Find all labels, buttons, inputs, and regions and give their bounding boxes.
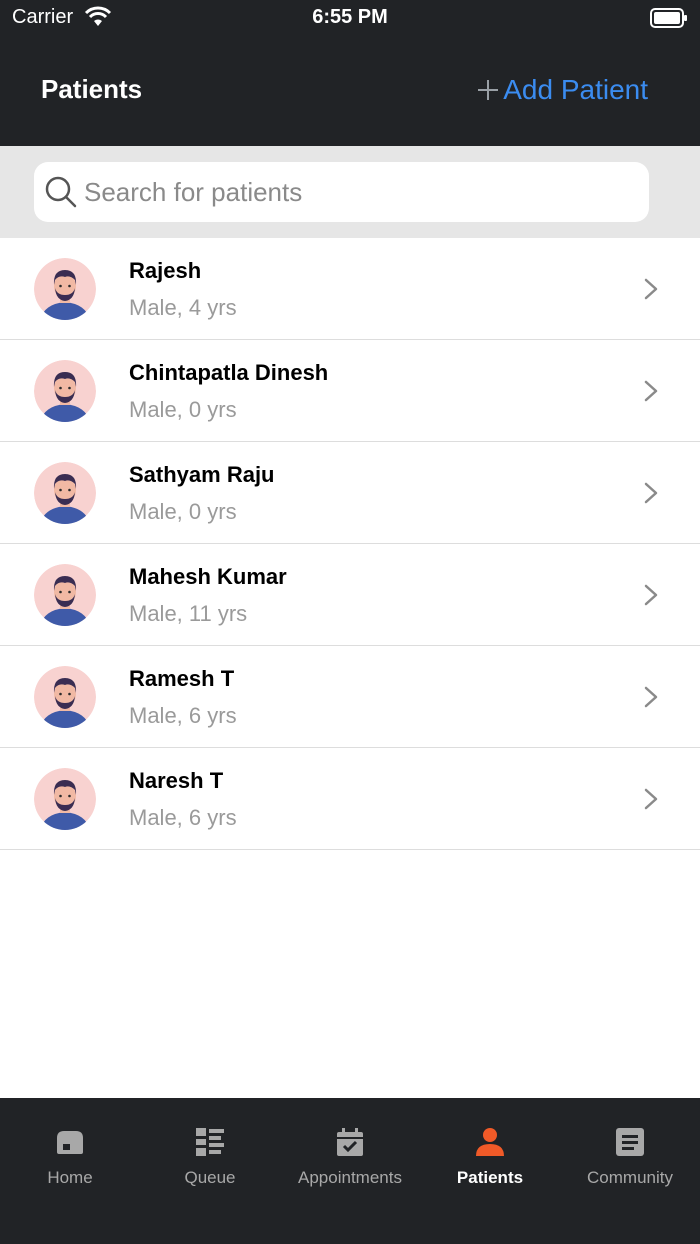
avatar-icon bbox=[34, 462, 96, 524]
patient-name: Chintapatla Dinesh bbox=[129, 360, 329, 385]
chevron-right-icon bbox=[644, 788, 658, 810]
patient-row[interactable]: Sathyam Raju Male, 0 yrs bbox=[0, 442, 700, 544]
patient-details: Male, 11 yrs bbox=[129, 601, 248, 626]
patient-row[interactable]: Ramesh T Male, 6 yrs bbox=[0, 646, 700, 748]
status-bar: Carrier 6:55 PM bbox=[0, 0, 700, 36]
tab-appointments[interactable]: Appointments bbox=[280, 1098, 420, 1244]
patient-name: Rajesh bbox=[129, 258, 202, 283]
page-title: Patients bbox=[41, 74, 143, 104]
patient-name: Naresh T bbox=[129, 768, 224, 793]
tab-label: Appointments bbox=[298, 1168, 402, 1187]
avatar-icon bbox=[34, 258, 96, 320]
add-patient-button[interactable]: Add Patient bbox=[477, 74, 648, 106]
patient-details: Male, 6 yrs bbox=[129, 805, 237, 830]
person-icon bbox=[476, 1128, 504, 1156]
patient-row[interactable]: Chintapatla Dinesh Male, 0 yrs bbox=[0, 340, 700, 442]
patient-row[interactable]: Rajesh Male, 4 yrs bbox=[0, 238, 700, 340]
tab-patients[interactable]: Patients bbox=[420, 1098, 560, 1244]
patient-name: Mahesh Kumar bbox=[129, 564, 287, 589]
chevron-right-icon bbox=[644, 380, 658, 402]
calendar-icon bbox=[337, 1128, 363, 1156]
patient-list: Rajesh Male, 4 yrs Chintapatla Dinesh Ma… bbox=[0, 238, 700, 850]
search-icon bbox=[45, 176, 77, 208]
tab-label: Community bbox=[587, 1168, 673, 1187]
queue-icon bbox=[196, 1128, 224, 1156]
battery-icon bbox=[650, 8, 687, 28]
tab-home[interactable]: Home bbox=[0, 1098, 140, 1244]
tab-label: Home bbox=[47, 1168, 93, 1187]
search-input[interactable] bbox=[84, 176, 624, 208]
add-patient-label: Add Patient bbox=[503, 74, 648, 105]
chevron-right-icon bbox=[644, 686, 658, 708]
patient-details: Male, 6 yrs bbox=[129, 703, 237, 728]
avatar-icon bbox=[34, 666, 96, 728]
avatar-icon bbox=[34, 564, 96, 626]
status-time: 6:55 PM bbox=[312, 6, 388, 28]
chevron-right-icon bbox=[644, 584, 658, 606]
chevron-right-icon bbox=[644, 482, 658, 504]
tab-label: Patients bbox=[456, 1168, 524, 1187]
nav-header: Patients Add Patient bbox=[0, 36, 700, 146]
patient-details: Male, 0 yrs bbox=[129, 397, 237, 422]
tab-community[interactable]: Community bbox=[560, 1098, 700, 1244]
search-box[interactable] bbox=[34, 162, 649, 222]
patient-details: Male, 4 yrs bbox=[129, 295, 237, 320]
tab-label: Queue bbox=[184, 1168, 236, 1187]
patient-name: Ramesh T bbox=[129, 666, 235, 691]
plus-icon bbox=[478, 80, 499, 100]
tab-bar: Home Queue Appointments Patients Communi… bbox=[0, 1098, 700, 1244]
chevron-right-icon bbox=[644, 278, 658, 300]
patient-row[interactable]: Mahesh Kumar Male, 11 yrs bbox=[0, 544, 700, 646]
tab-queue[interactable]: Queue bbox=[140, 1098, 280, 1244]
home-icon bbox=[57, 1131, 83, 1154]
patient-details: Male, 0 yrs bbox=[129, 499, 237, 524]
avatar-icon bbox=[34, 768, 96, 830]
patient-name: Sathyam Raju bbox=[129, 462, 275, 487]
search-area bbox=[0, 146, 700, 238]
document-icon bbox=[616, 1128, 644, 1156]
patient-row[interactable]: Naresh T Male, 6 yrs bbox=[0, 748, 700, 850]
avatar-icon bbox=[34, 360, 96, 422]
